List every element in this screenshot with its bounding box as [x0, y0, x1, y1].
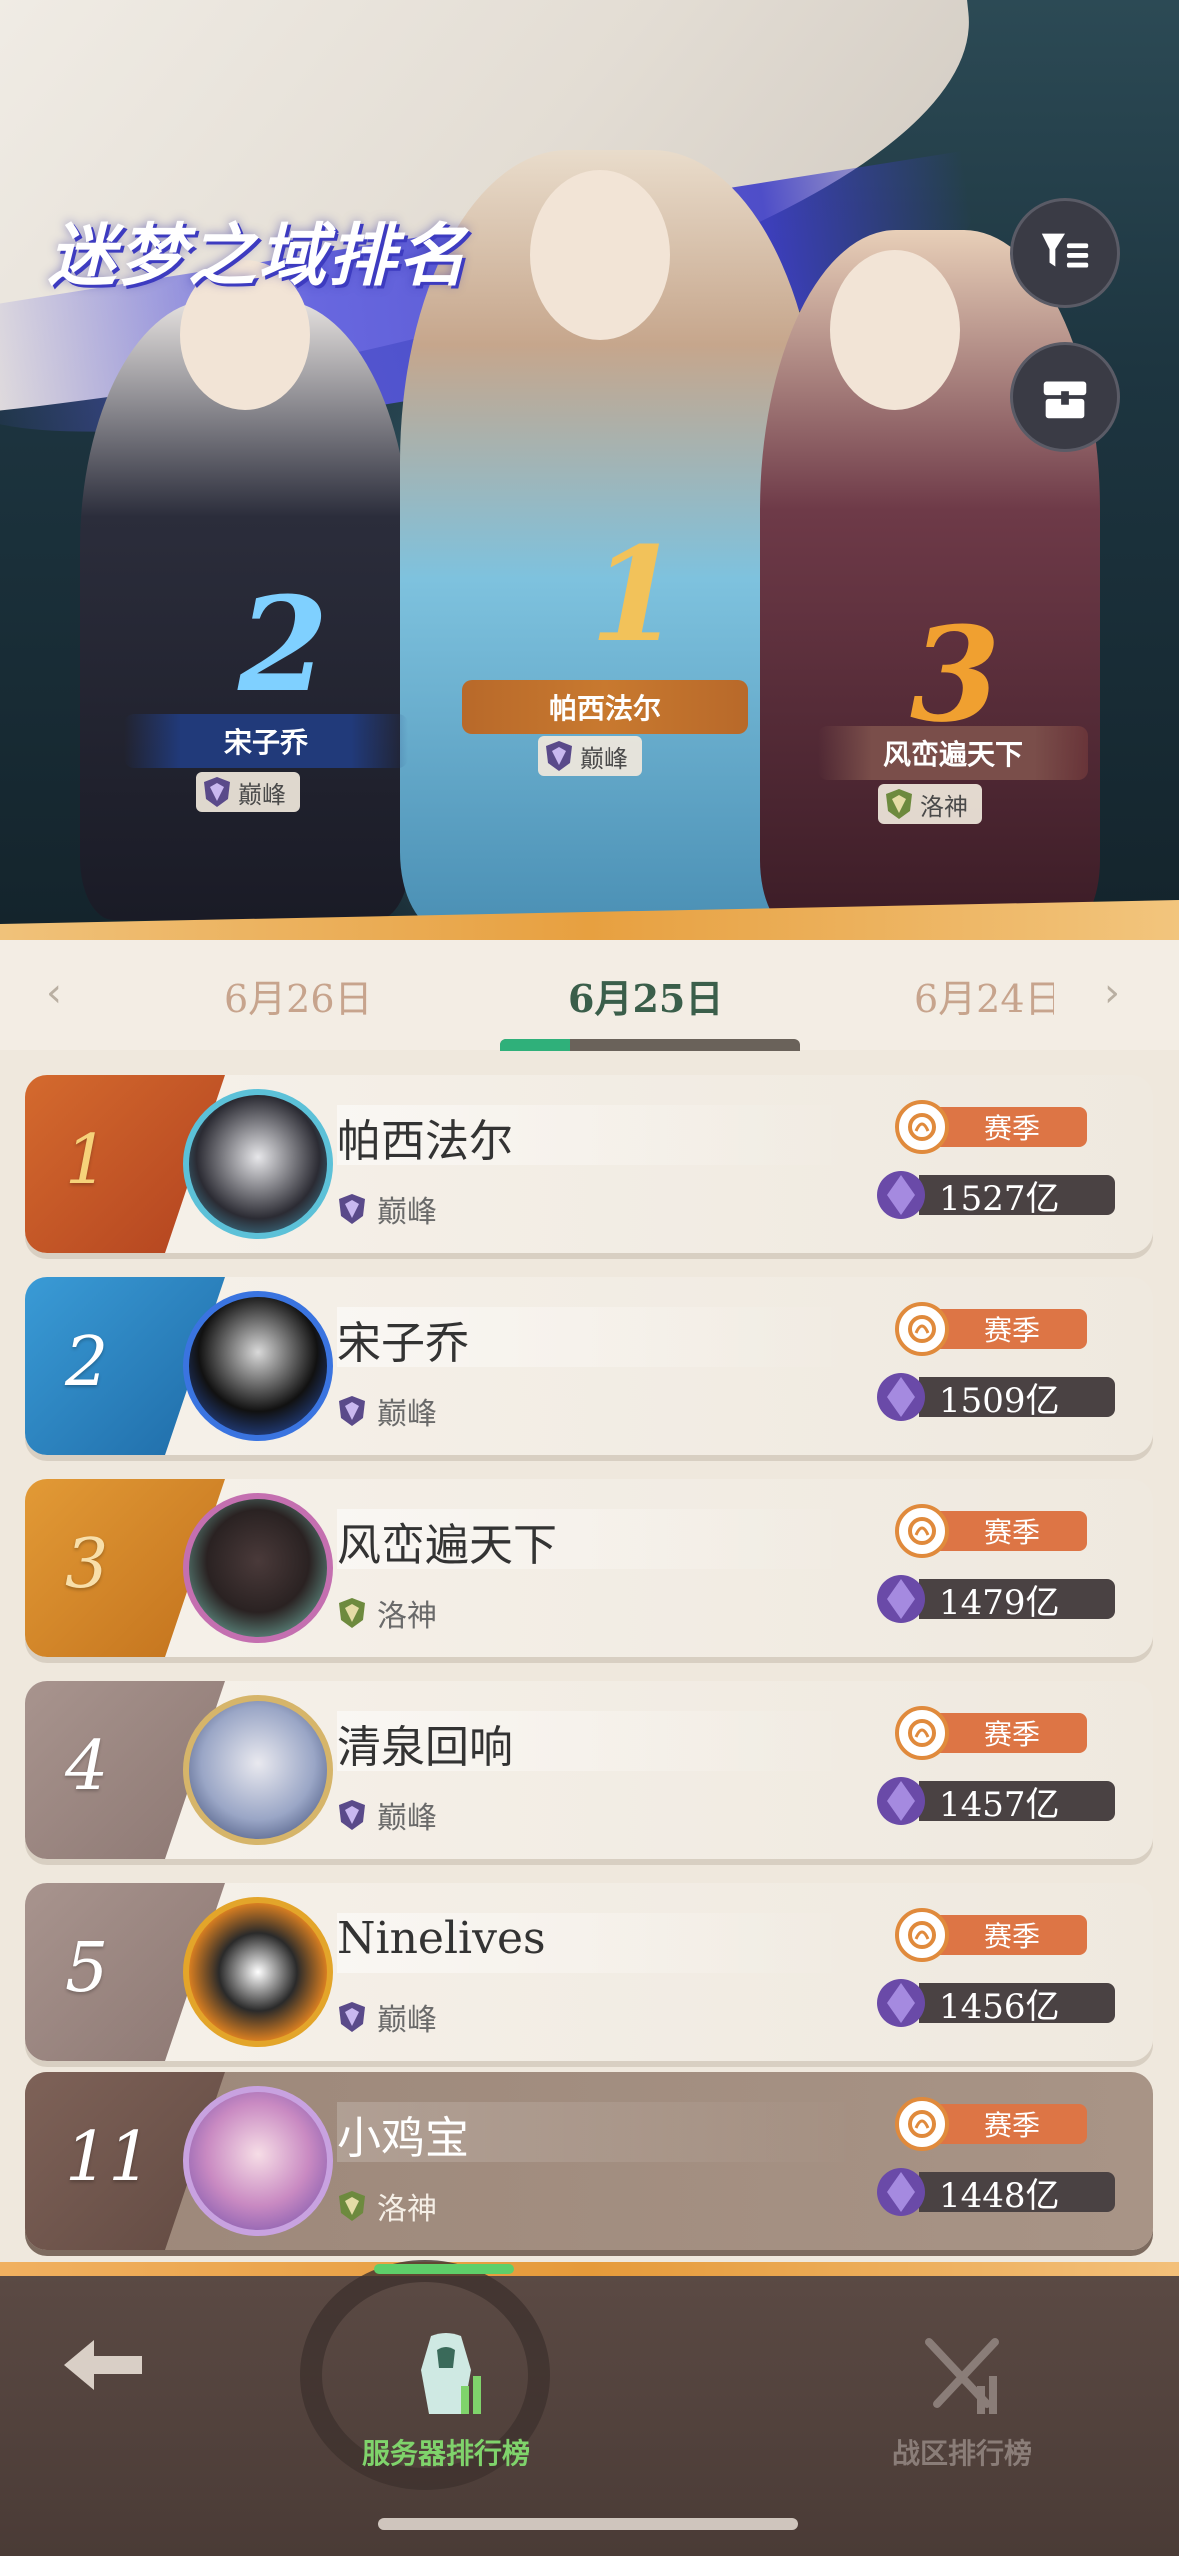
podium-rank-3-name-plate: 风峦遍天下 [818, 726, 1088, 780]
peak-tier-shield-icon [339, 1194, 365, 1224]
podium-rank-3-number: 3 [910, 598, 1001, 751]
peak-tier-shield-icon [339, 1396, 365, 1426]
score-tag: 1509亿 [873, 1369, 1115, 1425]
season-emblem-icon [895, 2097, 949, 2151]
luoshen-tier-shield-icon [339, 1598, 365, 1628]
purple-gem-icon [877, 2168, 925, 2216]
season-tag: 赛季 [895, 1302, 1087, 1356]
avatar[interactable] [183, 1291, 333, 1441]
season-emblem-icon [895, 1908, 949, 1962]
player-name: Ninelives [337, 1913, 546, 1964]
podium-rank-1-tier: 巅峰 [538, 736, 642, 776]
player-tier: 洛神 [337, 1591, 437, 1635]
player-name: 小鸡宝 [337, 2113, 469, 2164]
chevron-right-icon[interactable]: › [1104, 970, 1120, 1016]
player-name: 帕西法尔 [337, 1116, 513, 1167]
tab-zone-ranking[interactable]: 战区排行榜 [832, 2330, 1092, 2472]
peak-tier-shield-icon [339, 1800, 365, 1830]
purple-gem-icon [877, 1373, 925, 1421]
score-tag: 1479亿 [873, 1571, 1115, 1627]
peak-tier-shield-icon [204, 777, 230, 807]
peak-tier-shield-icon [339, 2002, 365, 2032]
season-emblem-icon [895, 1504, 949, 1558]
ranking-row[interactable]: 1 帕西法尔 巅峰 赛季 1527亿 [25, 1075, 1153, 1253]
bottom-navigation: 服务器排行榜 战区排行榜 [0, 2260, 1179, 2556]
luoshen-tier-shield-icon [886, 789, 912, 819]
rank1-character-head [530, 170, 670, 340]
peak-tier-shield-icon [546, 741, 572, 771]
avatar[interactable] [183, 1493, 333, 1643]
season-tag: 赛季 [895, 2097, 1087, 2151]
season-emblem-icon [895, 1706, 949, 1760]
purple-gem-icon [877, 1575, 925, 1623]
podium-rank-1-number: 1 [590, 518, 681, 671]
podium-rank-2-name-plate: 宋子乔 [124, 714, 408, 768]
filter-button[interactable] [1010, 198, 1120, 308]
player-tier: 洛神 [337, 2184, 437, 2228]
rank-number: 1 [65, 1121, 109, 1200]
ranking-row[interactable]: 2 宋子乔 巅峰 赛季 1509亿 [25, 1277, 1153, 1455]
tab-server-ranking[interactable]: 服务器排行榜 [316, 2330, 576, 2472]
hero-banner: 迷梦之域排名 2 宋子乔 巅峰 1 帕西法尔 巅峰 3 风峦遍天下 洛神 [0, 0, 1179, 930]
tab-server-ranking-label: 服务器排行榜 [361, 2437, 530, 2470]
date-selector: ‹ 6月26日 6月25日 6月24日 › [0, 930, 1179, 1051]
rank-number: 4 [65, 1727, 109, 1806]
ranking-row[interactable]: 4 清泉回响 巅峰 赛季 1457亿 [25, 1681, 1153, 1859]
avatar[interactable] [183, 2086, 333, 2236]
season-tag: 赛季 [895, 1504, 1087, 1558]
season-tag: 赛季 [895, 1908, 1087, 1962]
podium-rank-1-name-plate: 帕西法尔 [462, 680, 748, 734]
filter-icon [1041, 233, 1089, 268]
player-tier: 巅峰 [337, 1995, 437, 2039]
player-name: 宋子乔 [337, 1318, 469, 1369]
player-name: 风峦遍天下 [337, 1520, 557, 1571]
active-tab-indicator [374, 2264, 514, 2274]
rank-number: 5 [65, 1929, 109, 2008]
season-tag: 赛季 [895, 1706, 1087, 1760]
purple-gem-icon [877, 1777, 925, 1825]
score-tag: 1457亿 [873, 1773, 1115, 1829]
tab-zone-ranking-label: 战区排行榜 [891, 2437, 1032, 2470]
ranking-row[interactable]: 3 风峦遍天下 洛神 赛季 1479亿 [25, 1479, 1153, 1657]
rank3-character-head [830, 250, 960, 410]
ranking-row[interactable]: 5 Ninelives 巅峰 赛季 1456亿 [25, 1883, 1153, 2061]
player-tier: 巅峰 [337, 1793, 437, 1837]
back-arrow-icon[interactable] [58, 2330, 148, 2400]
rank-number: 11 [65, 2118, 152, 2197]
score-tag: 1448亿 [873, 2164, 1115, 2220]
rank-number: 2 [65, 1323, 109, 1402]
podium-rank-3-tier: 洛神 [878, 784, 982, 824]
ranking-row-self[interactable]: 11 小鸡宝 洛神 赛季 1448亿 [25, 2072, 1153, 2250]
luoshen-tier-shield-icon [339, 2191, 365, 2221]
rewards-chest-button[interactable] [1010, 342, 1120, 452]
season-tag: 赛季 [895, 1100, 1087, 1154]
date-tab-next[interactable]: 6月24日 [914, 968, 1054, 1023]
page-title: 迷梦之域排名 [48, 216, 469, 296]
player-tier: 巅峰 [337, 1187, 437, 1231]
podium-rank-2-tier: 巅峰 [196, 772, 300, 812]
avatar[interactable] [183, 1897, 333, 2047]
home-indicator [378, 2518, 798, 2530]
purple-gem-icon [877, 1979, 925, 2027]
player-tier: 巅峰 [337, 1389, 437, 1433]
avatar[interactable] [183, 1695, 333, 1845]
hooded-figure-icon [421, 2333, 481, 2414]
player-name: 清泉回响 [337, 1722, 513, 1773]
purple-gem-icon [877, 1171, 925, 1219]
season-emblem-icon [895, 1100, 949, 1154]
podium-rank-2-number: 2 [238, 568, 329, 721]
crossed-swords-icon [925, 2338, 999, 2414]
date-tab-prev[interactable]: 6月26日 [224, 968, 373, 1023]
date-scroll-indicator [500, 1039, 800, 1051]
date-tab-current[interactable]: 6月25日 [568, 968, 723, 1023]
avatar[interactable] [183, 1089, 333, 1239]
chevron-left-icon[interactable]: ‹ [46, 970, 62, 1016]
season-emblem-icon [895, 1302, 949, 1356]
treasure-chest-icon [1043, 381, 1087, 419]
rank-number: 3 [65, 1525, 109, 1604]
score-tag: 1456亿 [873, 1975, 1115, 2031]
score-tag: 1527亿 [873, 1167, 1115, 1223]
